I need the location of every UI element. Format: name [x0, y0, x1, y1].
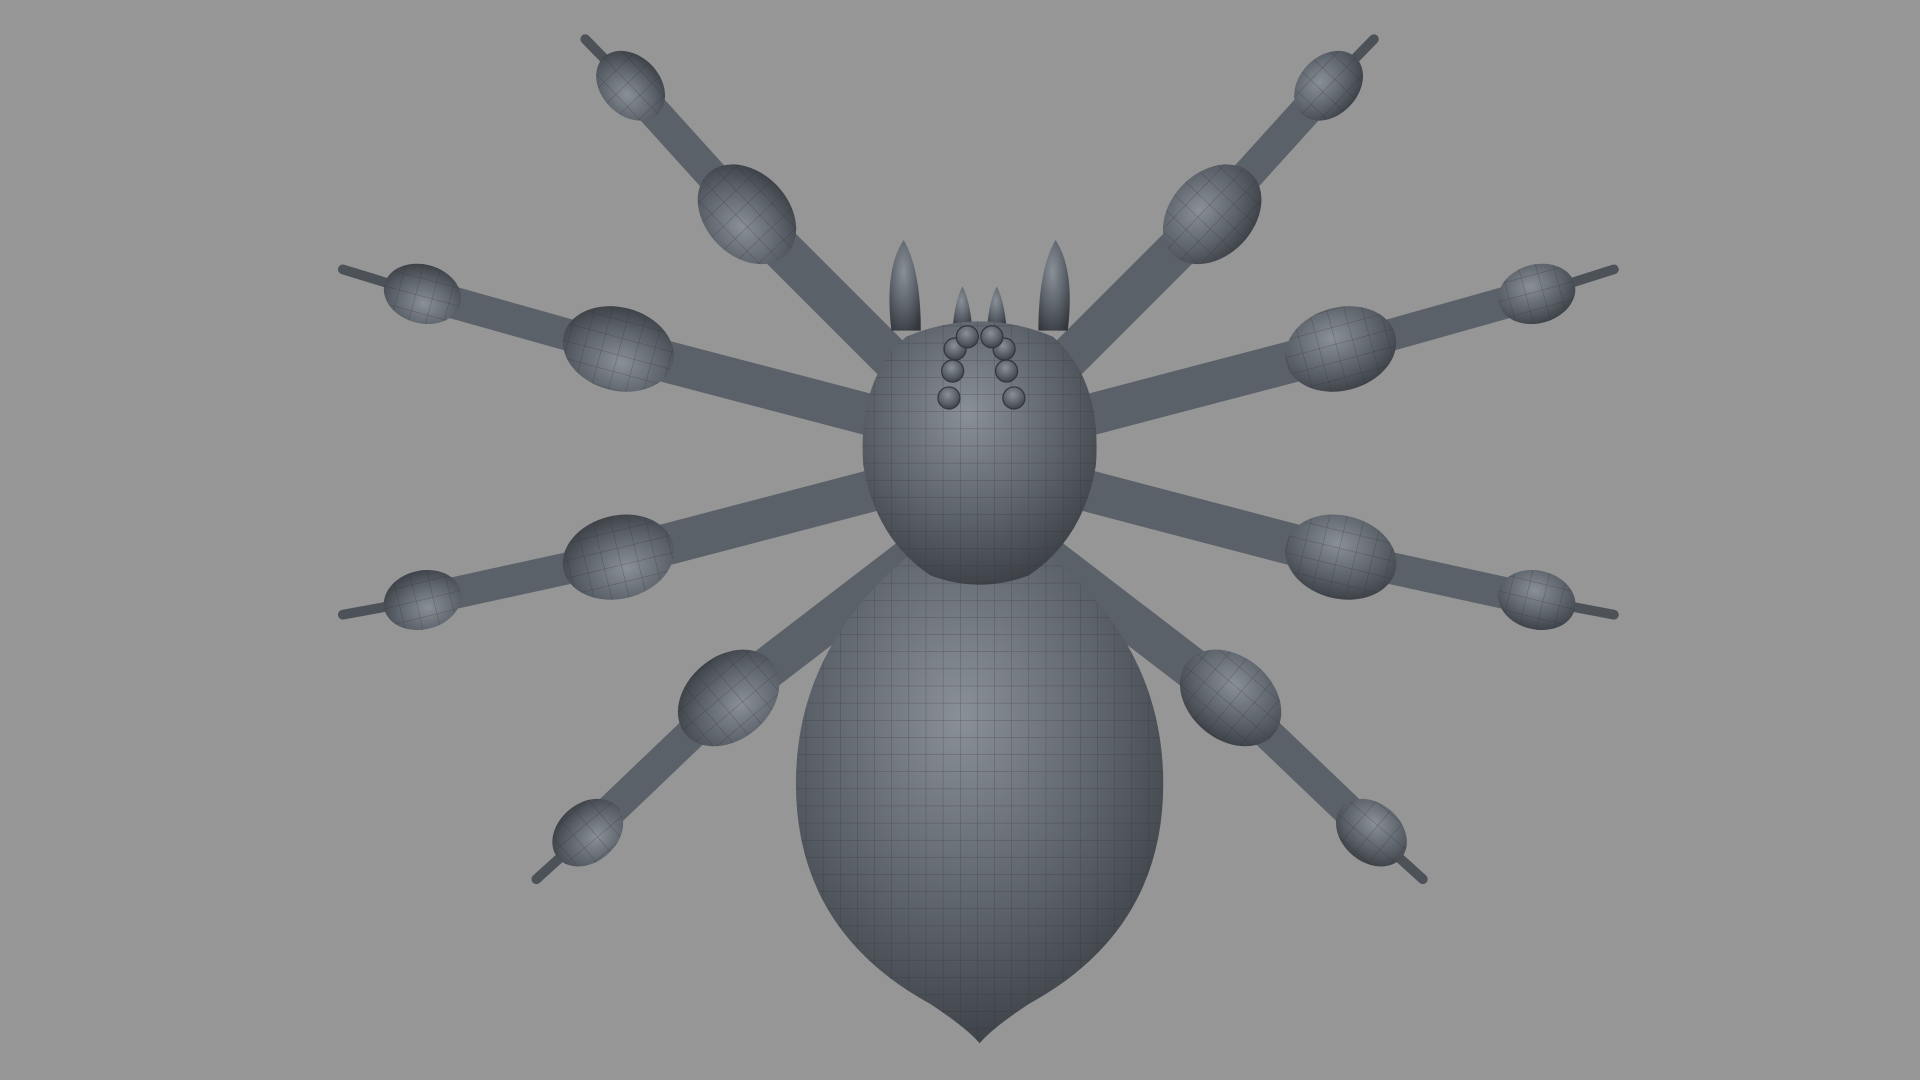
eye — [994, 359, 1019, 383]
eye — [937, 386, 961, 410]
eye — [1002, 386, 1026, 410]
3d-viewport[interactable] — [0, 0, 1920, 1080]
eye — [980, 325, 1004, 349]
eye — [955, 325, 979, 349]
eye — [941, 359, 965, 383]
